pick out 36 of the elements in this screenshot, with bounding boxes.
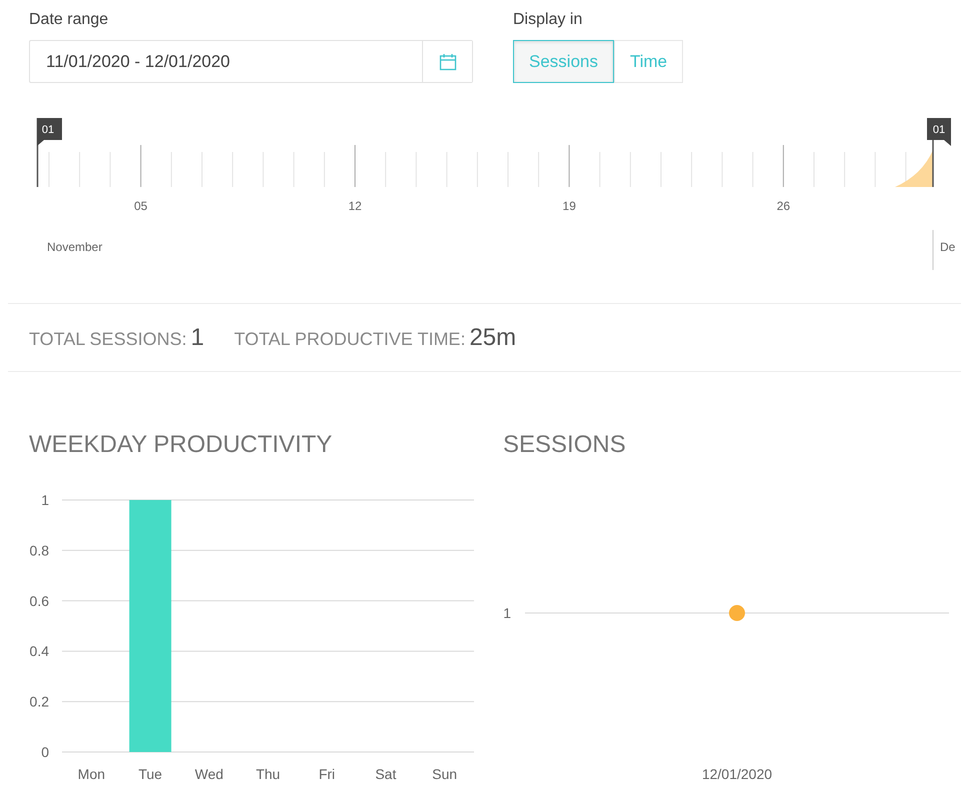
- calendar-button[interactable]: [422, 41, 472, 82]
- range-end-handle[interactable]: 01: [927, 118, 951, 187]
- chart-title: SESSIONS: [502, 430, 627, 460]
- x-axis-label: Mon: [78, 766, 106, 782]
- y-axis-label: 0.6: [30, 592, 49, 609]
- y-axis-label: 0: [41, 744, 49, 760]
- y-axis-label: 1: [41, 492, 49, 508]
- x-axis-label: Sat: [375, 766, 396, 782]
- data-point: [729, 605, 745, 621]
- y-axis-label: 1: [503, 605, 511, 621]
- day-tick-label: 26: [776, 199, 790, 213]
- x-axis-label: Thu: [256, 766, 280, 782]
- month-label: De: [940, 240, 956, 254]
- x-axis-label: Tue: [138, 766, 162, 782]
- y-axis-label: 0.8: [30, 542, 49, 558]
- y-axis-label: 0.2: [30, 694, 49, 710]
- field-label: Date range: [29, 10, 110, 30]
- total-label: TOTAL SESSIONS:: [29, 328, 187, 350]
- calendar-icon: [438, 52, 456, 70]
- x-axis-label: 12/01/2020: [702, 766, 772, 782]
- total-label: TOTAL PRODUCTIVE TIME:: [234, 328, 466, 350]
- date-range-field[interactable]: 11/01/2020 - 12/01/2020: [29, 40, 473, 83]
- range-start-handle[interactable]: 01: [36, 118, 62, 187]
- day-tick-label: 05: [134, 199, 148, 213]
- activity-area-drawing: [895, 150, 933, 187]
- x-axis-label: Fri: [318, 766, 336, 782]
- x-axis-label: Sun: [432, 766, 458, 782]
- x-axis-label: Wed: [194, 766, 224, 782]
- y-axis-label: 0.4: [30, 643, 49, 660]
- chart-title: WEEKDAY PRODUCTIVITY: [29, 430, 334, 460]
- total-value: 25m: [469, 324, 516, 352]
- day-tick-label: 19: [562, 199, 576, 213]
- total-value: 1: [190, 324, 204, 352]
- day-tick-label: 12: [348, 199, 362, 213]
- month-label: November: [47, 240, 102, 254]
- field-label: Display in: [513, 10, 584, 30]
